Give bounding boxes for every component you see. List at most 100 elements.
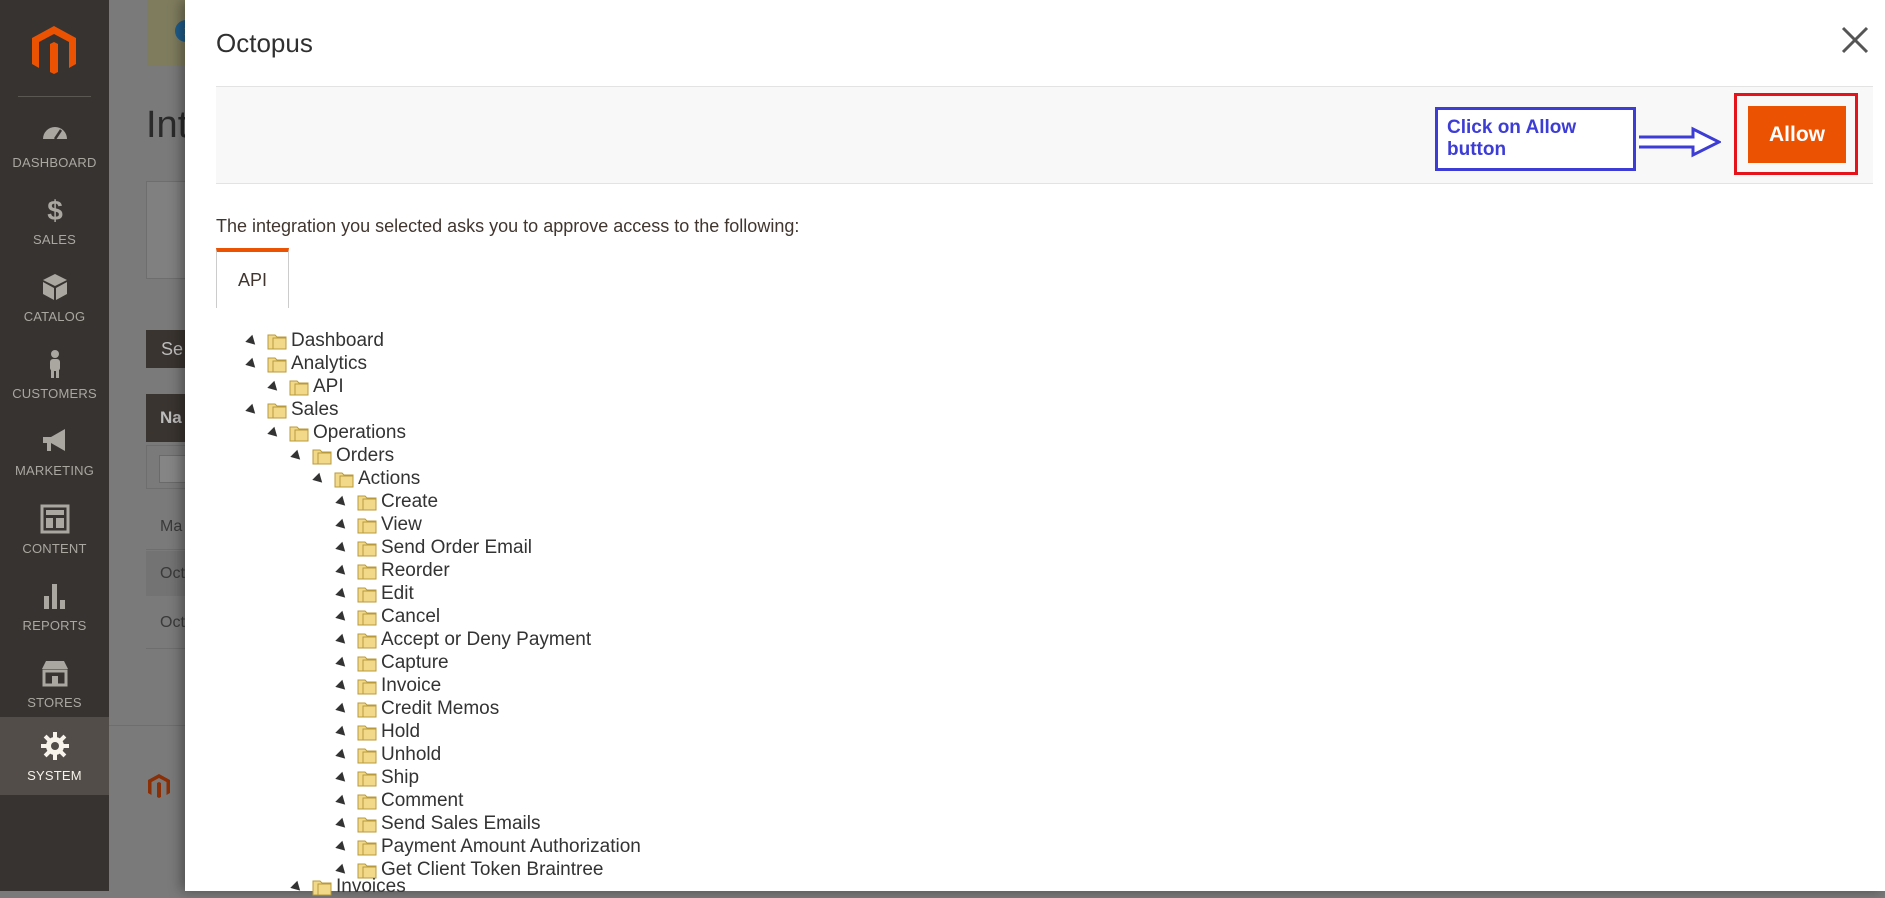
folder-icon	[289, 426, 309, 442]
nav-item-reports[interactable]: REPORTS	[0, 567, 109, 645]
modal-title: Octopus	[216, 28, 313, 58]
expand-toggle-icon[interactable]	[335, 863, 349, 877]
expand-toggle-icon[interactable]	[335, 495, 349, 509]
expand-toggle-icon[interactable]	[335, 794, 349, 808]
expand-toggle-icon[interactable]	[335, 564, 349, 578]
expand-toggle-icon[interactable]	[290, 880, 304, 894]
nav-item-content[interactable]: CONTENT	[0, 490, 109, 568]
tree-item-label: Orders	[336, 445, 395, 466]
tree-item[interactable]: Send Order Email	[335, 537, 532, 559]
tree-item[interactable]: Ship	[335, 767, 419, 789]
expand-toggle-icon[interactable]	[335, 840, 349, 854]
tree-item-label: Credit Memos	[381, 698, 500, 719]
close-icon[interactable]	[1837, 22, 1873, 58]
logo-divider	[18, 96, 91, 97]
nav-item-dashboard[interactable]: DASHBOARD	[0, 104, 109, 182]
tree-item-label: Payment Amount Authorization	[381, 836, 641, 857]
integration-modal: Octopus Click on Allow button Allow The …	[185, 0, 1885, 897]
nav-item-system[interactable]: SYSTEM	[0, 717, 109, 795]
tree-item[interactable]: Analytics	[245, 353, 367, 375]
tree-item[interactable]: Sales	[245, 399, 339, 421]
expand-toggle-icon[interactable]	[335, 748, 349, 762]
tree-item[interactable]: Send Sales Emails	[335, 813, 540, 835]
expand-toggle-icon[interactable]	[335, 656, 349, 670]
nav-item-stores[interactable]: STORES	[0, 644, 109, 722]
tree-item[interactable]: Reorder	[335, 560, 450, 582]
dollar-icon: $	[47, 195, 63, 226]
tree-item[interactable]: Edit	[335, 583, 414, 605]
folder-icon	[357, 587, 377, 603]
nav-item-sales[interactable]: $ SALES	[0, 181, 109, 259]
tree-item[interactable]: API	[267, 376, 344, 398]
tree-item[interactable]: Invoice	[335, 675, 441, 697]
expand-toggle-icon[interactable]	[335, 587, 349, 601]
tree-item[interactable]: Create	[335, 491, 438, 513]
expand-toggle-icon[interactable]	[290, 449, 304, 463]
tree-item[interactable]: Credit Memos	[335, 698, 500, 720]
expand-toggle-icon[interactable]	[267, 380, 281, 394]
folder-icon	[267, 357, 287, 373]
tree-item-label: View	[381, 514, 422, 535]
folder-icon	[357, 633, 377, 649]
tree-item[interactable]: Capture	[335, 652, 449, 674]
expand-toggle-icon[interactable]	[267, 426, 281, 440]
tree-item[interactable]: Invoices	[290, 876, 406, 898]
magento-logo-icon[interactable]	[28, 24, 80, 76]
expand-toggle-icon[interactable]	[245, 403, 259, 417]
tree-item[interactable]: Payment Amount Authorization	[335, 836, 641, 858]
nav-label: CATALOG	[23, 308, 86, 324]
tree-item[interactable]: Orders	[290, 445, 395, 467]
expand-toggle-icon[interactable]	[245, 334, 259, 348]
folder-icon	[357, 656, 377, 672]
folder-icon	[357, 610, 377, 626]
expand-toggle-icon[interactable]	[335, 679, 349, 693]
annotation-arrow-icon	[1639, 126, 1721, 158]
folder-icon	[267, 403, 287, 419]
tree-item-label: Unhold	[381, 744, 442, 765]
tree-item[interactable]: Dashboard	[245, 330, 384, 352]
expand-toggle-icon[interactable]	[335, 702, 349, 716]
expand-toggle-icon[interactable]	[335, 771, 349, 785]
nav-label: CUSTOMERS	[12, 385, 97, 401]
tree-item[interactable]: View	[335, 514, 422, 536]
tree-item[interactable]: Accept or Deny Payment	[335, 629, 591, 651]
folder-icon	[357, 771, 377, 787]
folder-icon	[357, 817, 377, 833]
expand-toggle-icon[interactable]	[335, 633, 349, 647]
nav-item-customers[interactable]: CUSTOMERS	[0, 335, 109, 413]
folder-icon	[357, 564, 377, 580]
nav-item-catalog[interactable]: CATALOG	[0, 258, 109, 336]
folder-icon	[357, 679, 377, 695]
expand-toggle-icon[interactable]	[335, 518, 349, 532]
tree-item[interactable]: Actions	[312, 468, 421, 490]
tree-item[interactable]: Unhold	[335, 744, 442, 766]
layout-icon	[40, 504, 69, 533]
dashboard-icon	[42, 126, 67, 140]
expand-toggle-icon[interactable]	[312, 472, 326, 486]
nav-label: DASHBOARD	[12, 154, 97, 170]
expand-toggle-icon[interactable]	[245, 357, 259, 371]
tree-item[interactable]: Hold	[335, 721, 420, 743]
allow-button[interactable]: Allow	[1748, 106, 1846, 163]
folder-icon	[312, 880, 332, 896]
expand-toggle-icon[interactable]	[335, 817, 349, 831]
folder-icon	[357, 748, 377, 764]
expand-toggle-icon[interactable]	[335, 541, 349, 555]
tree-item-label: Operations	[313, 422, 406, 443]
folder-icon	[357, 840, 377, 856]
tree-item[interactable]: Operations	[267, 422, 406, 444]
nav-label: STORES	[27, 694, 82, 710]
folder-icon	[357, 794, 377, 810]
expand-toggle-icon[interactable]	[335, 725, 349, 739]
tree-item-label: Comment	[381, 790, 464, 811]
tree-item-label: Actions	[358, 468, 421, 489]
tab-api[interactable]: API	[216, 248, 289, 308]
expand-toggle-icon[interactable]	[335, 610, 349, 624]
admin-sidebar: DASHBOARD $ SALES CATALOG CUSTOMERS MARK…	[0, 0, 109, 891]
tree-item[interactable]: Comment	[335, 790, 464, 812]
tree-item[interactable]: Cancel	[335, 606, 440, 628]
nav-item-marketing[interactable]: MARKETING	[0, 412, 109, 490]
svg-text:$: $	[47, 195, 63, 226]
folder-icon	[312, 449, 332, 465]
folder-icon	[357, 541, 377, 557]
